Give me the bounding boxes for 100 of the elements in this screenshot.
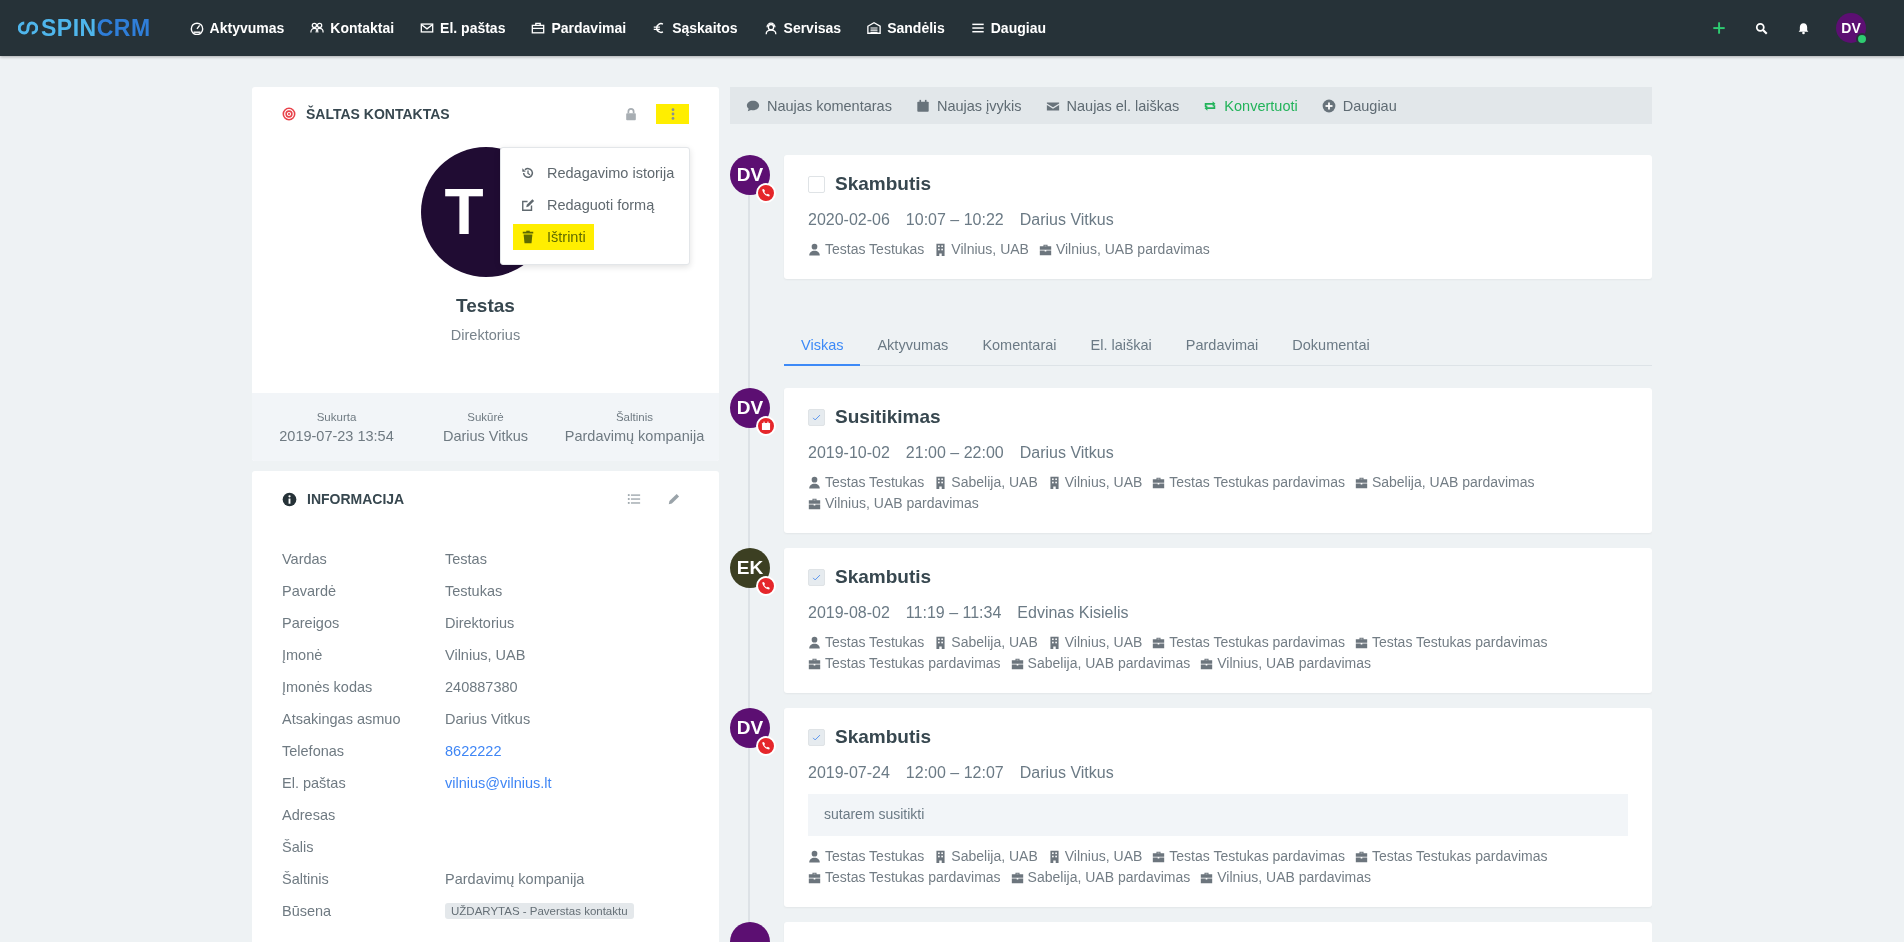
- menu-icon: [970, 21, 985, 35]
- stat-label: Sukurta: [316, 410, 357, 423]
- tab[interactable]: Pardavimai: [1168, 325, 1276, 366]
- checkbox[interactable]: [808, 175, 825, 193]
- info-icon: [282, 491, 297, 507]
- related-tag[interactable]: Sabelija, UAB: [934, 848, 1038, 864]
- related-tag[interactable]: Vilnius, UAB pardavimas: [1038, 241, 1210, 257]
- related-tag[interactable]: Sabelija, UAB: [934, 634, 1038, 650]
- tab[interactable]: El. laiškai: [1073, 325, 1169, 366]
- related-tag[interactable]: Vilnius, UAB: [1047, 634, 1143, 650]
- related-tag[interactable]: Vilnius, UAB: [1047, 474, 1143, 490]
- related-tag[interactable]: Vilnius, UAB pardavimas: [1200, 869, 1372, 885]
- activity-title: Susitikimas: [835, 406, 941, 428]
- people-icon: [310, 21, 325, 35]
- building-icon: [1047, 849, 1061, 863]
- stat-label: Šaltinis: [615, 410, 654, 423]
- history-icon: [521, 166, 535, 180]
- field-link[interactable]: vilnius@vilnius.lt: [445, 775, 689, 791]
- field-value: Testas: [445, 551, 488, 567]
- related-tag[interactable]: Testas Testukas pardavimas: [1354, 848, 1548, 864]
- action-button[interactable]: Naujas įvykis: [903, 87, 1034, 124]
- action-button[interactable]: Konvertuoti: [1191, 87, 1310, 124]
- stat-value: Pardavimų kompanija: [564, 427, 705, 444]
- activity-date: 2020-02-06: [808, 211, 890, 229]
- briefcase-icon: [1152, 635, 1166, 649]
- activity-time: 10:07 – 10:22: [905, 211, 1004, 229]
- related-tag[interactable]: Testas Testukas pardavimas: [808, 655, 1001, 671]
- tab[interactable]: Aktyvumas: [860, 325, 966, 366]
- related-tag[interactable]: Testas Testukas pardavimas: [1152, 634, 1345, 650]
- field-link[interactable]: 8622222: [445, 743, 689, 759]
- field-label: Atsakingas asmuo: [282, 711, 402, 727]
- comment-icon: [746, 98, 760, 113]
- related-tag[interactable]: Vilnius, UAB pardavimas: [808, 495, 979, 511]
- headset-icon: [763, 21, 778, 35]
- related-tag[interactable]: Vilnius, UAB: [1047, 848, 1143, 864]
- checkbox[interactable]: [808, 568, 825, 586]
- briefcase-icon: [1152, 849, 1166, 863]
- calendar-icon: [915, 98, 930, 113]
- nav-item[interactable]: Servisas: [750, 8, 855, 48]
- tab[interactable]: Viskas: [784, 325, 861, 366]
- nav-item[interactable]: Sąskaitos: [639, 8, 751, 48]
- phone-icon: [761, 188, 771, 198]
- briefcase-icon: [1010, 870, 1024, 884]
- calendar-icon: [761, 421, 771, 431]
- related-tag[interactable]: Sabelija, UAB pardavimas: [1010, 655, 1191, 671]
- field-label: Telefonas: [282, 743, 346, 759]
- nav-item[interactable]: Daugiau: [957, 8, 1059, 48]
- related-tag[interactable]: Vilnius, UAB pardavimas: [1200, 655, 1372, 671]
- action-button[interactable]: Naujas komentaras: [734, 87, 904, 124]
- phone-icon: [761, 741, 771, 751]
- field-label: Vardas: [282, 551, 328, 567]
- related-tag[interactable]: Testas Testukas pardavimas: [1354, 634, 1548, 650]
- more-menu-button[interactable]: [656, 104, 689, 124]
- related-tag[interactable]: Testas Testukas pardavimas: [808, 869, 1001, 885]
- related-tag[interactable]: Vilnius, UAB: [934, 241, 1029, 257]
- briefcase-icon: [1010, 656, 1024, 670]
- nav-item[interactable]: Kontaktai: [297, 8, 408, 48]
- building-icon: [934, 242, 948, 256]
- activity-title: Skambutis: [835, 566, 932, 588]
- activity-owner: Darius Vitkus: [1019, 764, 1114, 782]
- target-icon: [282, 107, 296, 121]
- related-tag[interactable]: Sabelija, UAB pardavimas: [1354, 474, 1535, 490]
- related-tag[interactable]: Testas Testukas pardavimas: [1152, 474, 1345, 490]
- person-icon: [808, 242, 821, 256]
- action-button[interactable]: Daugiau: [1309, 87, 1409, 124]
- checkbox[interactable]: [808, 408, 825, 426]
- related-tag[interactable]: Testas Testukas pardavimas: [1152, 848, 1345, 864]
- tab[interactable]: Komentarai: [965, 325, 1074, 366]
- section-title: INFORMACIJA: [307, 491, 405, 507]
- user-avatar[interactable]: DV: [1836, 13, 1866, 43]
- related-tag[interactable]: Sabelija, UAB pardavimas: [1010, 869, 1191, 885]
- tab[interactable]: Dokumentai: [1275, 325, 1387, 366]
- nav-item[interactable]: Sandėlis: [854, 8, 958, 48]
- field-label: Įmonė: [282, 647, 324, 663]
- activity-time: 11:19 – 11:34: [905, 604, 1002, 622]
- related-tag[interactable]: Sabelija, UAB: [934, 474, 1038, 490]
- activity-date: 2019-07-24: [808, 764, 890, 782]
- nav-item[interactable]: Pardavimai: [518, 8, 640, 48]
- contact-position: Direktorius: [450, 327, 521, 343]
- envelope-icon: [420, 21, 435, 35]
- nav-item[interactable]: Aktyvumas: [176, 8, 298, 48]
- activity-owner: Edvinas Kisielis: [1017, 604, 1129, 622]
- briefcase-icon: [1200, 656, 1214, 670]
- contact-name: Testas: [456, 295, 515, 317]
- bell-icon: [1796, 21, 1810, 35]
- person-icon: [808, 849, 821, 863]
- menu-item[interactable]: Ištrinti: [513, 224, 594, 250]
- field-label: Adresas: [282, 807, 337, 823]
- building-icon: [934, 635, 948, 649]
- action-button[interactable]: Naujas el. laiškas: [1033, 87, 1192, 124]
- activity-date: 2019-08-02: [808, 604, 890, 622]
- nav-item[interactable]: El. paštas: [407, 8, 519, 48]
- field-value: Testukas: [445, 583, 504, 599]
- related-tag[interactable]: Testas Testukas: [808, 848, 925, 864]
- related-tag[interactable]: Testas Testukas: [808, 634, 925, 650]
- warehouse-icon: [867, 21, 882, 35]
- related-tag[interactable]: Testas Testukas: [808, 241, 925, 257]
- activity-owner: Darius Vitkus: [1019, 211, 1114, 229]
- related-tag[interactable]: Testas Testukas: [808, 474, 925, 490]
- checkbox[interactable]: [808, 728, 825, 746]
